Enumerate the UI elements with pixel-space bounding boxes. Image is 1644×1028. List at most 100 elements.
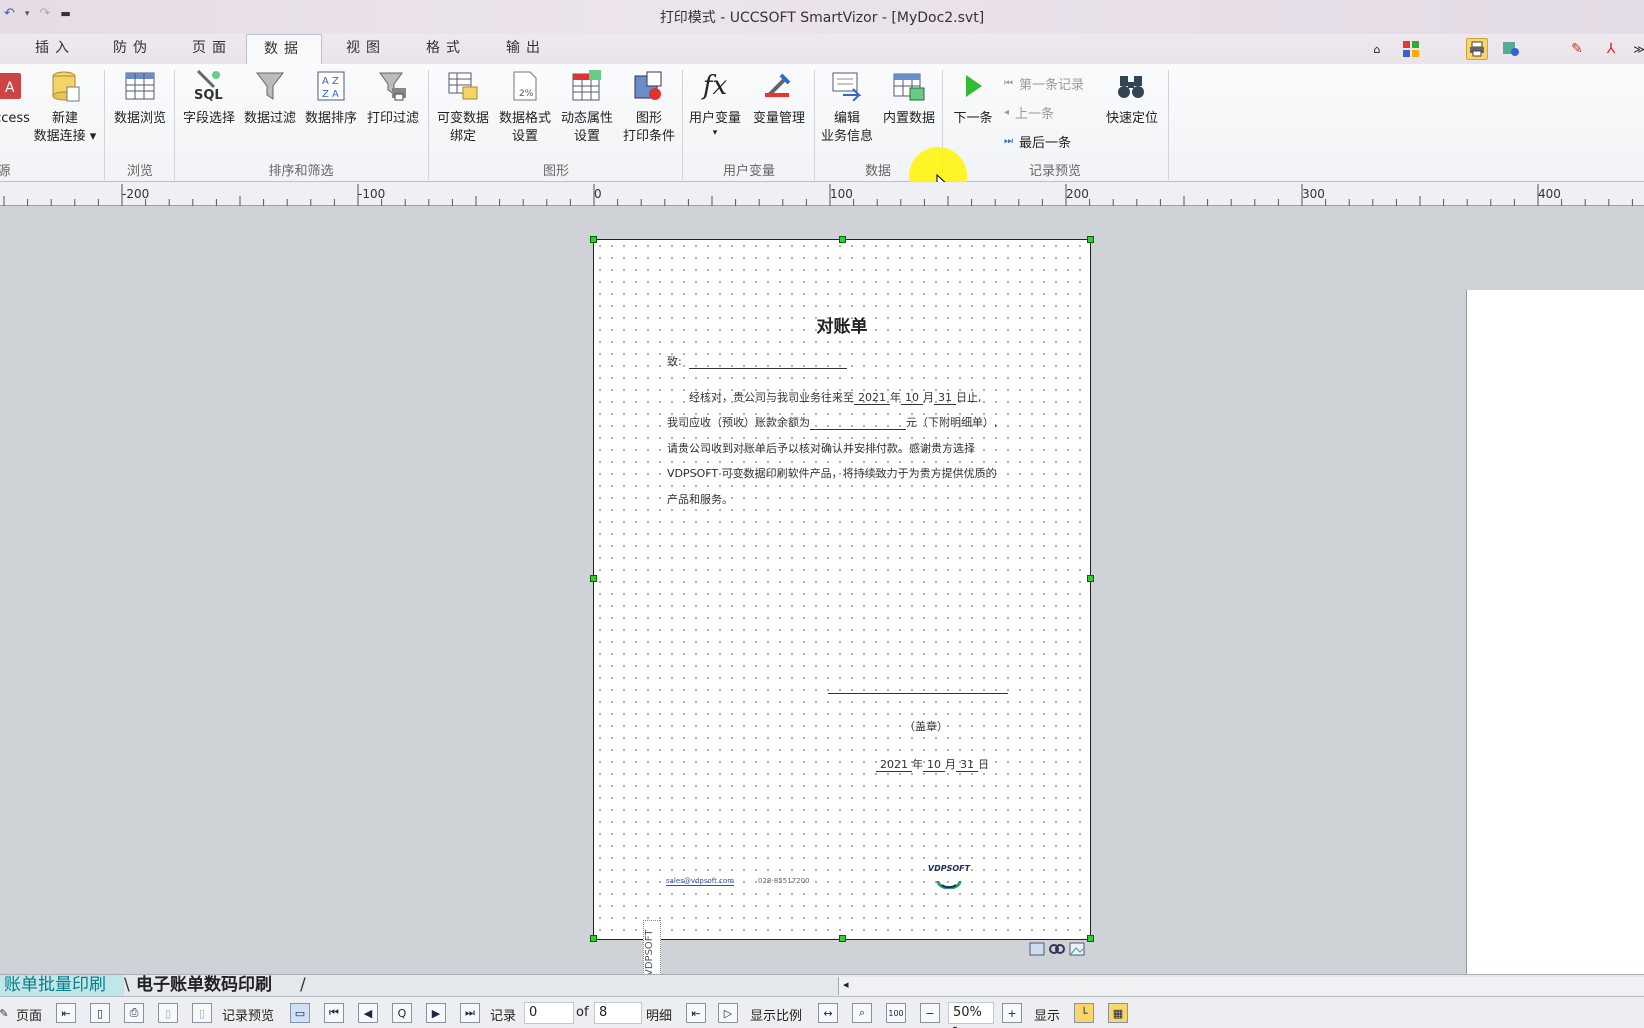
tab-data[interactable]: 数据 (246, 34, 322, 65)
show-ruler-icon[interactable]: └ (1074, 1003, 1094, 1023)
zoom-100-icon[interactable]: 100 (886, 1003, 906, 1023)
tab-page[interactable]: 页面 (176, 34, 248, 64)
resize-handle[interactable] (590, 575, 597, 582)
pdf-icon[interactable]: ⅄ (1600, 38, 1622, 60)
access-button[interactable]: A ccess (0, 68, 30, 128)
tab-insert[interactable]: 插入 (20, 34, 90, 64)
resize-handle[interactable] (1087, 935, 1094, 942)
paragraph-line-3[interactable]: 请贵公司收到对账单后予以核对确认并安排付款。感谢贵方选择 (667, 440, 975, 456)
resize-handle[interactable] (1087, 575, 1094, 582)
zoom-fit-icon[interactable]: ⌕ (852, 1003, 872, 1023)
sheet-tab-batch-print[interactable]: 账单批量印刷 (0, 975, 124, 997)
seal-label[interactable]: （盖章） (904, 718, 948, 734)
record-number-input[interactable]: 0 (524, 1002, 574, 1024)
field-select-button[interactable]: SQL 字段选择 (178, 68, 240, 128)
record-preview-toggle-icon[interactable]: ▭ (290, 1003, 310, 1023)
tab-view[interactable]: 视图 (330, 34, 402, 64)
zoom-out-icon[interactable]: − (920, 1003, 940, 1023)
record-label: 记录 (490, 1009, 517, 1024)
page-add-icon[interactable]: ▯ (90, 1003, 110, 1023)
group-label-browse: 浏览 (126, 164, 153, 179)
sheet-tab-digital-print[interactable]: 电子账单数码印刷 (132, 975, 302, 997)
print-filter-button[interactable]: 打印过滤 (362, 68, 424, 128)
record-last-icon[interactable]: ⏭ (460, 1003, 480, 1023)
resize-handle[interactable] (590, 935, 597, 942)
pen-icon[interactable]: ✎ (1566, 38, 1588, 60)
svg-text:A: A (5, 80, 15, 96)
record-search-icon[interactable]: Q (392, 1003, 412, 1023)
dynamic-attribute-button[interactable]: 动态属性 设置 (556, 68, 618, 146)
play-icon (955, 68, 991, 104)
title-bar: ↶ ▾ ↷ ▬ 打印模式 - UCCSOFT SmartVizor - [MyD… (0, 0, 1644, 34)
edit-business-icon (829, 68, 865, 104)
page-first-icon[interactable]: ⇤ (56, 1003, 76, 1023)
horizontal-scrollbar[interactable]: ◂ (838, 977, 1644, 995)
detail-prev-icon[interactable]: ⇤ (686, 1003, 706, 1023)
resize-handle[interactable] (1087, 236, 1094, 243)
paragraph-line-2[interactable]: 我司应收（预收）账款余额为 元（下附明细单）, (667, 414, 998, 430)
zoom-select[interactable]: 50% ▾ (948, 1002, 994, 1028)
user-variable-button[interactable]: fx 用户变量 ▾ (686, 68, 744, 138)
tab-anticounterfeit[interactable]: 防伪 (98, 34, 168, 64)
layout-icon[interactable] (1400, 38, 1422, 60)
graphic-print-condition-button[interactable]: 图形 打印条件 (618, 68, 680, 146)
paragraph-line-4[interactable]: VDPSOFT 可变数据印刷软件产品，将持续致力于为贵方提供优质的 (667, 465, 997, 481)
resize-handle[interactable] (839, 935, 846, 942)
window-title: 打印模式 - UCCSOFT SmartVizor - [MyDoc2.svt] (659, 10, 985, 26)
data-browse-button[interactable]: 数据浏览 (108, 68, 172, 128)
tab-output[interactable]: 输出 (490, 34, 562, 64)
builtin-data-button[interactable]: 内置数据 (878, 68, 940, 128)
collapse-ribbon-icon[interactable]: ⌂ (1366, 38, 1388, 60)
print-icon[interactable]: ⎙ (124, 1003, 144, 1023)
zoom-in-icon[interactable]: + (1002, 1003, 1022, 1023)
group-label-record-preview: 记录预览 (1028, 164, 1081, 179)
edit-business-info-button[interactable]: 编辑 业务信息 (816, 68, 878, 146)
variable-data-binding-button[interactable]: 可变数据 绑定 (432, 68, 494, 146)
document-page[interactable]: 对账单 致: 经核对，贵公司与我司业务往来至 2021 年 10 月 31 日止, 我司应收… (590, 236, 1094, 986)
paragraph-line-5[interactable]: 产品和服务。 (667, 491, 733, 507)
page-next-icon[interactable]: ▯ (192, 1003, 212, 1023)
detail-next-icon[interactable]: ▷ (718, 1003, 738, 1023)
new-data-connection-button[interactable]: 新建 数据连接 ▾ (30, 68, 100, 146)
quick-locate-button[interactable]: 快速定位 (1098, 68, 1166, 128)
contact-email[interactable]: sales@vdpsoft.com (666, 877, 735, 886)
binding-icon (445, 68, 481, 104)
fit-width-icon[interactable]: ↔ (818, 1003, 838, 1023)
design-mode-icon[interactable] (1500, 38, 1522, 60)
record-next-icon[interactable]: ▶ (426, 1003, 446, 1023)
signature-line (828, 693, 1008, 694)
scroll-left-icon[interactable]: ◂ (843, 978, 849, 991)
more-icon[interactable]: ≫ (1633, 38, 1644, 60)
of-label: of (576, 1005, 589, 1020)
canvas-workspace[interactable]: 对账单 致: 经核对，贵公司与我司业务往来至 2021 年 10 月 31 日止, 我司应收… (0, 206, 1644, 990)
next-record-button[interactable]: 下一条 (944, 68, 1002, 128)
last-record-button[interactable]: ⏭ 最后一条 (1004, 132, 1071, 151)
vdpsoft-logo[interactable]: VDPSOFT (924, 860, 974, 890)
variable-management-button[interactable]: 变量管理 (746, 68, 812, 128)
first-record-button[interactable]: ⏮ 第一条记录 (1004, 74, 1084, 93)
document-title[interactable]: 对账单 (594, 312, 1090, 337)
record-prev-icon[interactable]: ◀ (358, 1003, 378, 1023)
data-format-button[interactable]: 2% 数据格式 设置 (494, 68, 556, 146)
print-mode-icon[interactable] (1466, 38, 1488, 60)
contact-phone[interactable]: 028-85517200 (758, 877, 810, 885)
sign-date[interactable]: 2021 年 10 月 31 日 (876, 756, 989, 772)
group-label-user-variable: 用户变量 (722, 164, 775, 179)
edit-icon[interactable]: ✎ (0, 1003, 14, 1023)
resize-handle[interactable] (839, 236, 846, 243)
paragraph-line-1[interactable]: 经核对，贵公司与我司业务往来至 2021 年 10 月 31 日止, (689, 389, 982, 405)
resize-handle[interactable] (590, 236, 597, 243)
detail-label: 明细 (646, 1009, 673, 1024)
data-sort-button[interactable]: A ZZ A 数据排序 (300, 68, 362, 128)
svg-text:Z A: Z A (322, 89, 339, 100)
record-first-icon[interactable]: ⏮ (324, 1003, 344, 1023)
sheet-tabs-bar: 账单批量印刷 \ 电子账单数码印刷 / ◂ (0, 974, 1644, 997)
binoculars-icon (1114, 68, 1150, 104)
page-prev-icon[interactable]: ▯ (158, 1003, 178, 1023)
previous-record-button[interactable]: ◂ 上一条 (1004, 103, 1054, 122)
data-filter-button[interactable]: 数据过滤 (240, 68, 300, 128)
recipient-line[interactable]: 致: (667, 353, 848, 369)
show-grid-icon[interactable]: ▦ (1108, 1003, 1128, 1023)
tab-format[interactable]: 格式 (410, 34, 482, 64)
tab-bar-icons: ⌂ ✎ ⅄ ≫ (1366, 38, 1644, 60)
